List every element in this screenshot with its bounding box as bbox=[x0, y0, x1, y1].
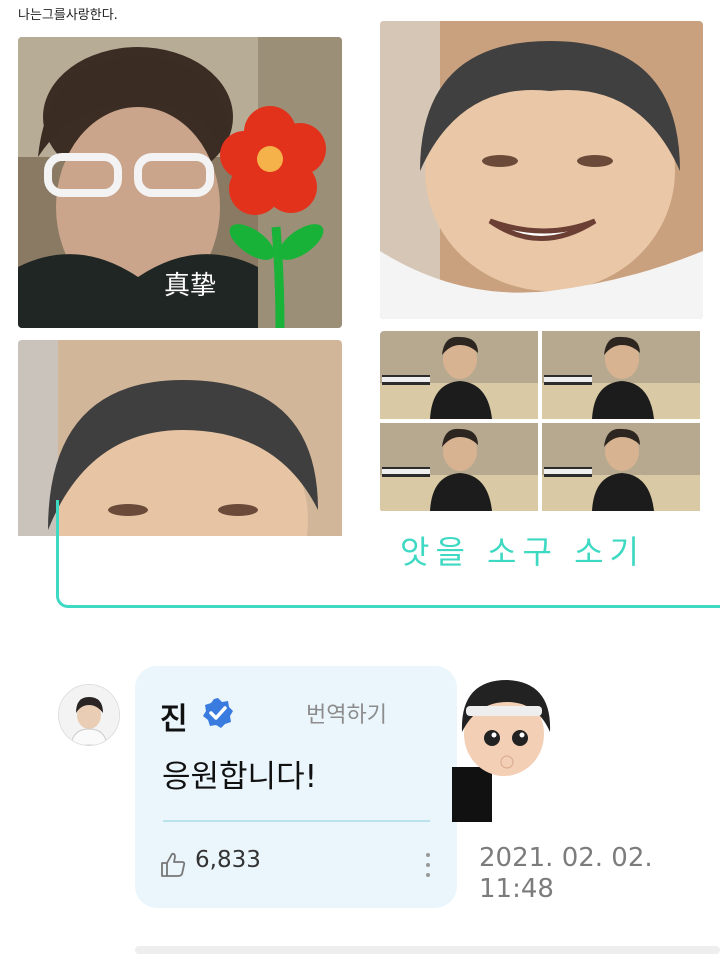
verified-check-icon bbox=[202, 697, 234, 729]
avatar-illustration bbox=[59, 685, 119, 745]
like-count: 6,833 bbox=[195, 847, 261, 873]
round-face-meme-top[interactable] bbox=[380, 21, 703, 319]
timestamp: 2021. 02. 02. 11:48 bbox=[479, 843, 653, 905]
more-vertical-icon[interactable] bbox=[421, 850, 435, 880]
next-comment-peek bbox=[135, 946, 720, 954]
author-name[interactable]: 진 bbox=[160, 694, 188, 738]
character-sticker bbox=[452, 672, 556, 822]
photo-illustration bbox=[380, 331, 703, 512]
comment-message: 응원합니다! bbox=[162, 759, 318, 795]
thumbs-up-icon[interactable] bbox=[159, 850, 187, 878]
card-divider bbox=[163, 820, 430, 822]
timestamp-time: 11:48 bbox=[479, 874, 554, 904]
timestamp-date: 2021. 02. 02. bbox=[479, 843, 653, 873]
photo-caption: 真挚 bbox=[164, 271, 217, 301]
top-caption: 나는그를사랑한다. bbox=[18, 8, 118, 23]
photo-illustration bbox=[380, 21, 703, 319]
video-grid-photo[interactable] bbox=[380, 331, 703, 512]
translate-button[interactable]: 번역하기 bbox=[306, 697, 387, 729]
teal-partial-text: 앗을 소구 소기 bbox=[400, 533, 645, 571]
man-glasses-flower-photo[interactable]: 真挚 bbox=[18, 37, 342, 328]
avatar[interactable] bbox=[58, 684, 120, 746]
